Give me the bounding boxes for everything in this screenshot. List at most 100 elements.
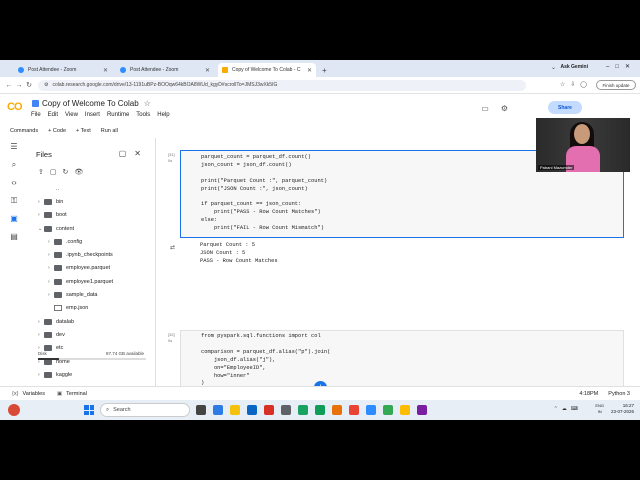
file-tree-item[interactable]: › employee1.parquet — [28, 275, 155, 288]
file-tree-item[interactable]: › boot — [28, 209, 155, 222]
menu-runtime[interactable]: Runtime — [107, 112, 129, 118]
terminal-tab[interactable]: ▣ Terminal — [57, 391, 87, 397]
code-cell[interactable]: from pyspark.sql.functions import col co… — [180, 330, 624, 386]
file-tree-item[interactable]: › dev — [28, 328, 155, 341]
runtime-label[interactable]: Python 3 — [608, 391, 630, 397]
cell-exec-count: [32] — [168, 332, 175, 337]
file-tree-label: .ipynb_checkpoints — [66, 252, 113, 259]
site-info-icon[interactable]: ⚙ — [44, 82, 48, 88]
app-icon[interactable] — [315, 405, 325, 415]
taskbar-clock[interactable]: 16:27 23-07-2026 — [611, 403, 634, 415]
toc-icon[interactable]: ☰ — [0, 138, 28, 156]
tab-search-icon[interactable]: ⌄ — [551, 64, 556, 71]
notebook-title-text[interactable]: Copy of Welcome To Colab — [42, 99, 139, 108]
menu-file[interactable]: File — [31, 112, 41, 118]
app-icon[interactable] — [298, 405, 308, 415]
comments-icon[interactable]: ▭⚙ — [481, 104, 520, 113]
file-tree-item[interactable]: › sample_data — [28, 288, 155, 301]
app-icon[interactable] — [400, 405, 410, 415]
disk-usage-bar — [38, 358, 146, 360]
close-icon[interactable]: ✕ — [307, 67, 312, 74]
zoom-icon — [18, 67, 24, 73]
folder-icon[interactable]: ▣ — [0, 210, 28, 228]
browser-tab[interactable]: Post Attendee - Zoom ✕ — [116, 63, 214, 77]
app-icon[interactable] — [417, 405, 427, 415]
file-tree-item[interactable]: › kaggle — [28, 368, 155, 381]
close-icon[interactable]: ✕ — [205, 67, 210, 74]
menu-insert[interactable]: Insert — [85, 112, 100, 118]
code-editor[interactable]: parquet_count = parquet_df.count() json_c… — [201, 154, 327, 233]
file-tree-label: sample_data — [66, 292, 98, 299]
disk-available: 87.74 GB available — [106, 351, 145, 356]
window-controls[interactable]: –□✕ — [606, 63, 636, 70]
folder-icon — [54, 278, 62, 285]
folder-icon — [44, 318, 52, 325]
menu-view[interactable]: View — [65, 112, 78, 118]
clock-date: 23-07-2026 — [610, 409, 634, 414]
file-tree-label: employee.parquet — [66, 265, 111, 272]
search-icon[interactable]: ⌕ — [0, 156, 28, 174]
file-actions[interactable]: ⇪▢↻👁 — [38, 168, 89, 176]
file-tree-label: dev — [56, 331, 65, 338]
file-tree-item[interactable]: › employee.parquet — [28, 262, 155, 275]
file-tree-item[interactable]: › bin — [28, 195, 155, 208]
taskbar-search[interactable]: ⌕ Search — [100, 403, 190, 417]
add-code-button[interactable]: + Code — [48, 128, 66, 134]
bookmark-icon[interactable]: ☆⇩◯ — [560, 81, 592, 88]
file-tree-item[interactable]: .. — [28, 182, 155, 195]
app-icon[interactable] — [332, 405, 342, 415]
file-tree-label: datalab — [56, 318, 75, 325]
app-icon[interactable] — [213, 405, 223, 415]
file-tree-item[interactable]: ⌄ content — [28, 222, 155, 235]
app-icon[interactable] — [264, 405, 274, 415]
colab-icon — [222, 67, 228, 73]
language-indicator[interactable]: ENG IN — [595, 403, 604, 415]
menu-edit[interactable]: Edit — [48, 112, 58, 118]
terminal-icon[interactable]: ▤ — [0, 228, 28, 246]
app-icon[interactable] — [196, 405, 206, 415]
forward-icon[interactable]: → — [14, 82, 24, 89]
menu-tools[interactable]: Tools — [136, 112, 150, 118]
file-tree-item[interactable]: › .config — [28, 235, 155, 248]
new-tab-button[interactable]: + — [322, 66, 327, 75]
finish-update-button[interactable]: Finish update — [596, 80, 636, 90]
panel-controls[interactable]: ▢✕ — [119, 149, 149, 158]
start-button[interactable] — [84, 405, 94, 415]
file-tree-item[interactable]: emp.json — [28, 302, 155, 315]
reload-icon[interactable]: ↻ — [24, 81, 34, 89]
secrets-icon[interactable]: ⚿ — [0, 192, 28, 210]
app-icon[interactable] — [230, 405, 240, 415]
weather-icon[interactable] — [8, 404, 20, 416]
ask-gemini-button[interactable]: Ask Gemini — [560, 64, 588, 70]
colab-logo[interactable]: CO — [7, 101, 22, 113]
url-input[interactable]: ⚙ colab.research.google.com/drive/13-119… — [38, 79, 526, 91]
browser-tab[interactable]: Post Attendee - Zoom ✕ — [14, 63, 112, 77]
commands-button[interactable]: Commands — [10, 128, 38, 134]
variables-tab[interactable]: {x} Variables — [12, 391, 45, 397]
runtime-status: 4:18PM Python 3 — [569, 391, 630, 397]
star-icon[interactable]: ☆ — [144, 99, 151, 108]
system-tray[interactable]: ⌃☁⌨ — [554, 406, 582, 412]
file-tree-item[interactable]: › .ipynb_checkpoints — [28, 248, 155, 261]
output-icon[interactable]: ⇄ — [170, 244, 175, 251]
code-line: how="inner" — [201, 372, 250, 379]
file-tree-label: .. — [56, 185, 60, 192]
notebook-title[interactable]: Copy of Welcome To Colab ☆ — [32, 99, 151, 108]
code-editor[interactable]: from pyspark.sql.functions import col co… — [201, 333, 363, 386]
run-all-button[interactable]: Run all — [101, 128, 118, 134]
file-tree-item[interactable]: › home — [28, 355, 155, 368]
app-icon[interactable] — [366, 405, 376, 415]
add-text-button[interactable]: + Text — [76, 128, 91, 134]
share-button[interactable]: Share — [548, 101, 582, 114]
app-icon[interactable] — [281, 405, 291, 415]
close-icon[interactable]: ✕ — [103, 67, 108, 74]
app-icon[interactable] — [349, 405, 359, 415]
folder-icon — [44, 331, 52, 338]
back-icon[interactable]: ← — [4, 82, 14, 89]
code-snippets-icon[interactable]: ‹› — [0, 174, 28, 192]
file-tree-item[interactable]: › datalab — [28, 315, 155, 328]
chrome-icon[interactable] — [383, 405, 393, 415]
menu-help[interactable]: Help — [157, 112, 169, 118]
browser-tab-active[interactable]: Copy of Welcome To Colab - C ✕ — [218, 63, 316, 77]
app-icon[interactable] — [247, 405, 257, 415]
